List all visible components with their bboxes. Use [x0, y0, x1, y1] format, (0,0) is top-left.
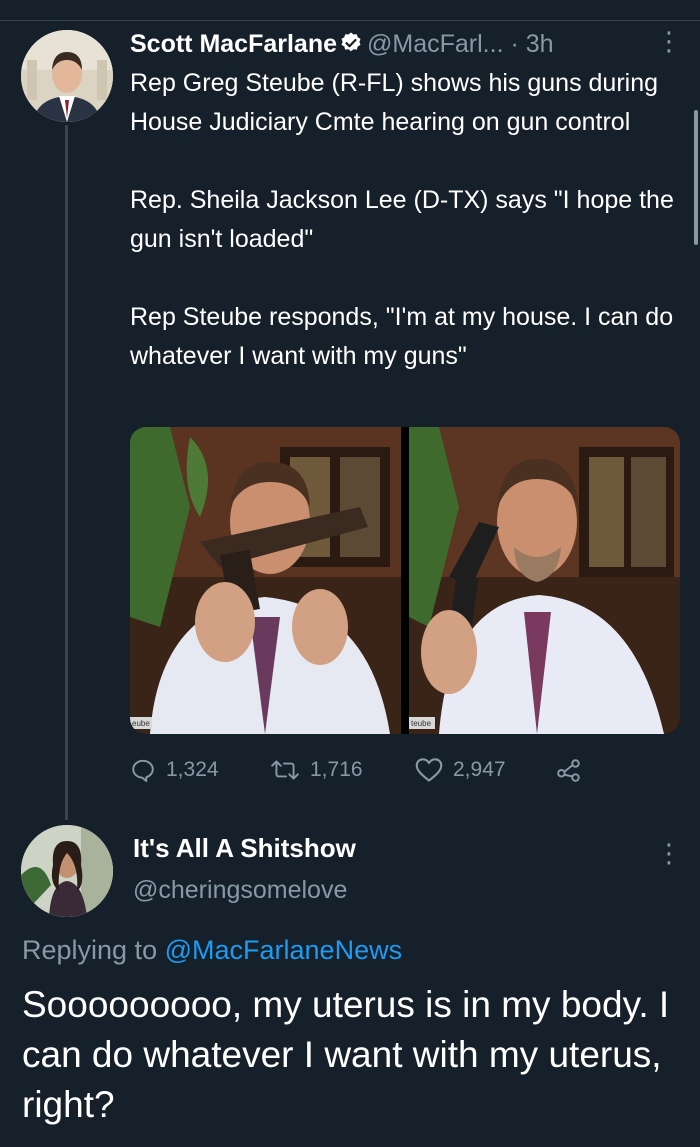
share-icon[interactable]: [555, 757, 583, 783]
replying-to-label: Replying to: [22, 935, 158, 965]
author-handle[interactable]: @MacFarl...: [367, 30, 504, 58]
share-action[interactable]: [555, 752, 583, 788]
media-caption: teube: [411, 719, 432, 728]
tweet-paragraph: Rep. Sheila Jackson Lee (D-TX) says "I h…: [130, 186, 674, 253]
reply-author-handle[interactable]: @cheringsomelove: [133, 876, 347, 905]
replying-to-line: Replying to @MacFarlaneNews: [22, 935, 402, 966]
reply-author-avatar[interactable]: [21, 825, 113, 917]
tweet-time[interactable]: · 3h: [510, 30, 553, 58]
tweet-media[interactable]: eube teube: [130, 427, 680, 734]
tweet-paragraph: Rep Steube responds, "I'm at my house. I…: [130, 303, 674, 370]
reply-author-name[interactable]: It's All A Shitshow: [133, 833, 356, 864]
top-divider: [0, 20, 700, 21]
retweet-action[interactable]: 1,716: [270, 752, 363, 788]
more-vertical-icon[interactable]: ⋮: [656, 838, 682, 869]
reply-action[interactable]: 1,324: [130, 752, 219, 788]
retweet-icon[interactable]: [270, 757, 300, 783]
verified-badge-icon: [339, 29, 363, 65]
tweet-paragraph: Rep Greg Steube (R-FL) shows his guns du…: [130, 69, 659, 136]
like-count: 2,947: [453, 758, 506, 781]
reply-text: Sooooooooo, my uterus is in my body. I c…: [22, 984, 670, 1125]
scrollbar[interactable]: [694, 110, 698, 245]
reply-count: 1,324: [166, 758, 219, 781]
like-icon[interactable]: [415, 757, 443, 783]
media-image-right[interactable]: teube: [409, 427, 680, 734]
tweet-header: Scott MacFarlane @MacFarl... · 3h: [130, 26, 690, 62]
media-caption: eube: [132, 719, 150, 728]
media-image-left[interactable]: eube: [130, 427, 401, 734]
replying-to-mention[interactable]: @MacFarlaneNews: [165, 935, 402, 965]
author-avatar[interactable]: [21, 30, 113, 122]
tweet-text: Rep Greg Steube (R-FL) shows his guns du…: [130, 64, 680, 376]
reply-icon[interactable]: [130, 757, 156, 783]
thread-connector-line: [65, 125, 68, 820]
tweet-actions: 1,324 1,716 2,947: [130, 752, 680, 788]
like-action[interactable]: 2,947: [415, 752, 506, 788]
author-name[interactable]: Scott MacFarlane: [130, 30, 337, 58]
more-vertical-icon[interactable]: ⋮: [656, 28, 682, 54]
retweet-count: 1,716: [310, 758, 363, 781]
